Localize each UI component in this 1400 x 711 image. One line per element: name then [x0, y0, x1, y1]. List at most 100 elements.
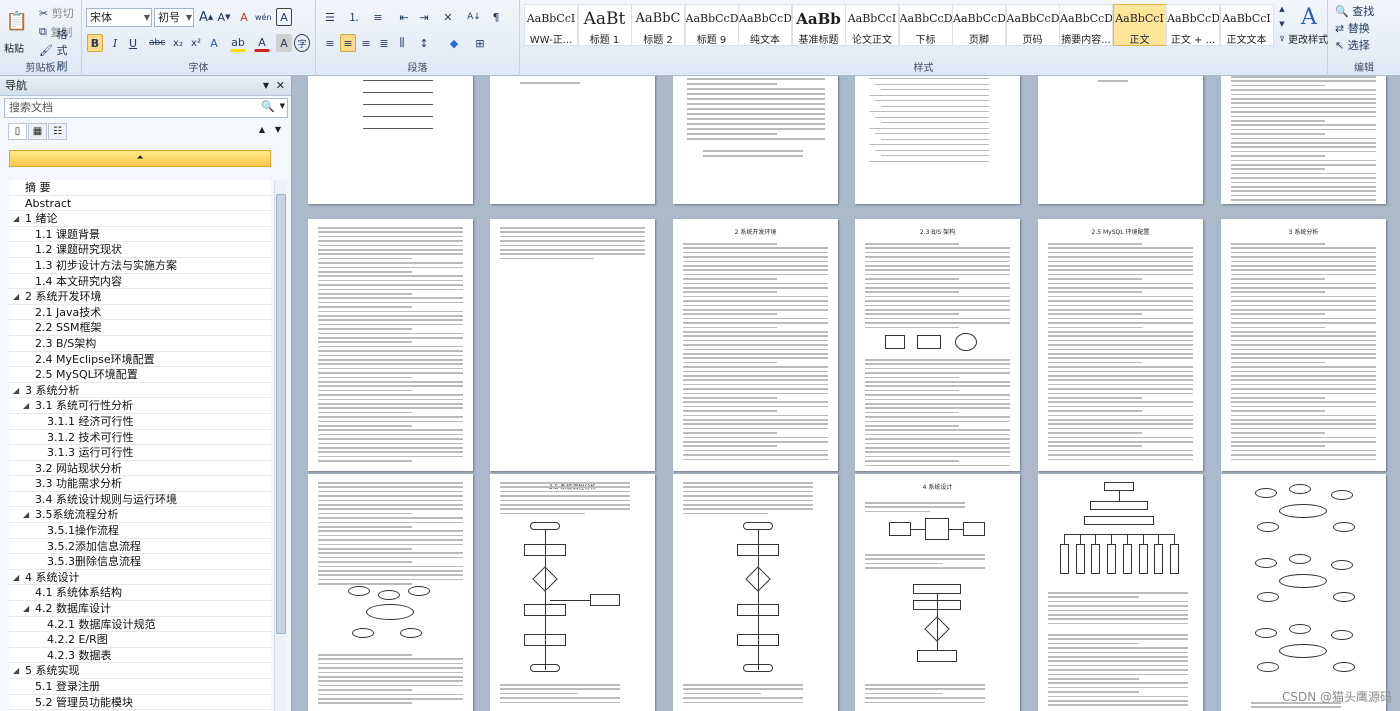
- outline-item[interactable]: ◢ 3 系统分析: [9, 383, 271, 399]
- outline-item[interactable]: 4.2.2 E/R图: [9, 632, 271, 648]
- page-thumbnail[interactable]: [855, 76, 1020, 204]
- page-thumbnail[interactable]: [490, 76, 655, 204]
- page-thumbnail[interactable]: 系统采用B/S结构，用户通过浏览器即可访问系统，无需安装客户端。: [490, 219, 655, 471]
- select-button[interactable]: ↖ 选择: [1332, 36, 1373, 54]
- line-spacing-icon[interactable]: ↕: [416, 34, 432, 52]
- style-7-tile[interactable]: AaBbCcI 论文正文: [845, 4, 899, 46]
- search-icon[interactable]: 🔍: [261, 100, 275, 113]
- expand-triangle-icon[interactable]: ◢: [13, 211, 19, 226]
- format-painter-button[interactable]: 🖌 格式刷: [36, 28, 81, 73]
- style-4-tile[interactable]: AaBbCcD 标题 9: [684, 4, 739, 46]
- expand-triangle-icon[interactable]: ◢: [13, 383, 19, 398]
- outline-item[interactable]: ◢ 1 绪论: [9, 211, 271, 227]
- outline-item[interactable]: 2.3 B/S架构: [9, 336, 271, 352]
- gallery-down-icon[interactable]: ▼: [1274, 17, 1290, 31]
- multilevel-list-icon[interactable]: ≡: [370, 8, 386, 26]
- style-6-tile[interactable]: AaBb 基准标题: [791, 4, 846, 46]
- outline-item[interactable]: 2.1 Java技术: [9, 305, 271, 321]
- page-thumbnail[interactable]: 3.5 系统流程分析3.5.1 操作流程: [490, 474, 655, 711]
- expand-triangle-icon[interactable]: ◢: [13, 570, 19, 585]
- clear-format-button[interactable]: A: [236, 8, 252, 26]
- expand-triangle-icon[interactable]: ◢: [13, 289, 19, 304]
- numbering-icon[interactable]: ⒈: [346, 8, 362, 26]
- outline-item[interactable]: 2.2 SSM框架: [9, 320, 271, 336]
- change-styles-button[interactable]: 更改样式: [1288, 31, 1328, 46]
- nav-scrollbar[interactable]: [274, 180, 287, 711]
- subscript-button[interactable]: x₂: [170, 34, 186, 52]
- shrink-font-button[interactable]: A ▼: [216, 8, 232, 26]
- strikethrough-button[interactable]: abc: [148, 34, 166, 52]
- outline-item[interactable]: 4.2.1 数据库设计规范: [9, 617, 271, 633]
- chinese-layout-icon[interactable]: ✕: [440, 8, 456, 26]
- scrollbar-thumb[interactable]: [276, 194, 286, 634]
- outline-item[interactable]: 5.2 管理员功能模块: [9, 695, 271, 711]
- search-input[interactable]: 搜索文档: [4, 98, 288, 118]
- outline-item[interactable]: ◢ 2 系统开发环境: [9, 289, 271, 305]
- enclose-char-button[interactable]: 字: [294, 34, 310, 52]
- chevron-down-icon[interactable]: ▼: [263, 76, 269, 96]
- page-thumbnail[interactable]: 2.3 B/S 架构 B/S架构即浏览器和服务器架构模式，是随着Internet技…: [855, 219, 1020, 471]
- close-icon[interactable]: ✕: [276, 76, 285, 96]
- page-thumbnail[interactable]: 2 系统开发环境 2.1 Java技术 Java是一种面向对象的编程语言，具有跨平…: [673, 219, 838, 471]
- page-thumbnail[interactable]: [1221, 76, 1386, 204]
- shading-icon[interactable]: ◆: [446, 34, 462, 52]
- expand-triangle-icon[interactable]: ◢: [13, 663, 19, 678]
- outline-item[interactable]: 2.4 MyEclipse环境配置: [9, 352, 271, 368]
- page-thumbnail[interactable]: 4.2 数据库设计: [1038, 474, 1203, 711]
- sort-button[interactable]: A↓: [466, 8, 482, 26]
- page-thumbnail[interactable]: 3 系统分析 3.1 系统可行性分析 3.1.1 经济可行性 3.1.2 技术可行…: [1221, 219, 1386, 471]
- outline-item[interactable]: 3.1.3 运行可行性: [9, 445, 271, 461]
- pinyin-button[interactable]: wén: [254, 8, 273, 26]
- show-marks-button[interactable]: ¶: [488, 8, 504, 26]
- cut-button[interactable]: ✂ 剪切: [36, 4, 77, 22]
- outline-item[interactable]: ◢ 3.1 系统可行性分析: [9, 398, 271, 414]
- increase-indent-icon[interactable]: ⇥: [416, 8, 432, 26]
- outline-item[interactable]: 1.2 课题研究现状: [9, 242, 271, 258]
- outline-item[interactable]: 3.5.2添加信息流程: [9, 539, 271, 555]
- find-button[interactable]: 🔍 查找: [1332, 2, 1377, 20]
- decrease-indent-icon[interactable]: ⇤: [396, 8, 412, 26]
- outline-item[interactable]: ◢ 4 系统设计: [9, 570, 271, 586]
- align-left-icon[interactable]: ≡: [322, 34, 338, 52]
- outline-item[interactable]: 3.1.1 经济可行性: [9, 414, 271, 430]
- style-5-tile[interactable]: AaBbCcD 纯文本: [738, 4, 792, 46]
- font-color-button[interactable]: A: [254, 34, 270, 52]
- superscript-button[interactable]: x²: [188, 34, 204, 52]
- outline-item[interactable]: 1.4 本文研究内容: [9, 274, 271, 290]
- borders-icon[interactable]: ⊞: [472, 34, 488, 52]
- change-styles-icon[interactable]: A: [1296, 3, 1322, 31]
- char-border-button[interactable]: A: [276, 8, 292, 26]
- expand-triangle-icon[interactable]: ◢: [23, 398, 29, 413]
- pages-view-tab[interactable]: ▦: [28, 123, 47, 140]
- chevron-down-icon[interactable]: ▼: [280, 102, 285, 110]
- page-thumbnail[interactable]: [1038, 76, 1203, 204]
- expand-triangle-icon[interactable]: ◢: [23, 507, 29, 522]
- bullets-icon[interactable]: ☰: [322, 8, 338, 26]
- paste-button[interactable]: 粘贴: [4, 40, 24, 55]
- outline-item[interactable]: 1.1 课题背景: [9, 227, 271, 243]
- replace-button[interactable]: ⇄ 替换: [1332, 19, 1373, 37]
- justify-icon[interactable]: ≣: [376, 34, 392, 52]
- outline-item[interactable]: 3.3 功能需求分析: [9, 476, 271, 492]
- results-view-tab[interactable]: ☷: [48, 123, 67, 140]
- outline-item[interactable]: 摘 要: [9, 180, 271, 196]
- style-13-tile[interactable]: AaBbCcD 正文 + ...: [1166, 4, 1220, 46]
- outline-item[interactable]: 4.1 系统体系结构: [9, 585, 271, 602]
- next-heading-icon[interactable]: ▼: [275, 125, 281, 134]
- page-thumbnail[interactable]: [308, 76, 473, 204]
- align-center-icon[interactable]: ≡: [340, 34, 356, 52]
- underline-button[interactable]: U: [125, 34, 141, 52]
- outline-item[interactable]: 5.1 登录注册: [9, 679, 271, 695]
- outline-item[interactable]: Abstract: [9, 196, 271, 212]
- style-1-tile[interactable]: AaBbCcI WW-正...: [524, 4, 578, 46]
- style-11-tile[interactable]: AaBbCcDdI 摘要内容...: [1059, 4, 1113, 46]
- bold-button[interactable]: B: [87, 34, 103, 52]
- distributed-icon[interactable]: ⫼: [394, 34, 410, 52]
- outline-item[interactable]: 3.5.1操作流程: [9, 523, 271, 539]
- page-thumbnail[interactable]: 2.5 MySQL 环境配置 MySQL是一个关系型数据库管理系统，体积小、速度快…: [1038, 219, 1203, 471]
- style-3-tile[interactable]: AaBbC 标题 2: [631, 4, 685, 46]
- paste-icon[interactable]: 📋: [4, 4, 30, 38]
- expand-triangle-icon[interactable]: ◢: [23, 601, 29, 616]
- outline-item[interactable]: 3.4 系统设计规则与运行环境: [9, 492, 271, 508]
- char-shading-button[interactable]: A: [276, 34, 292, 52]
